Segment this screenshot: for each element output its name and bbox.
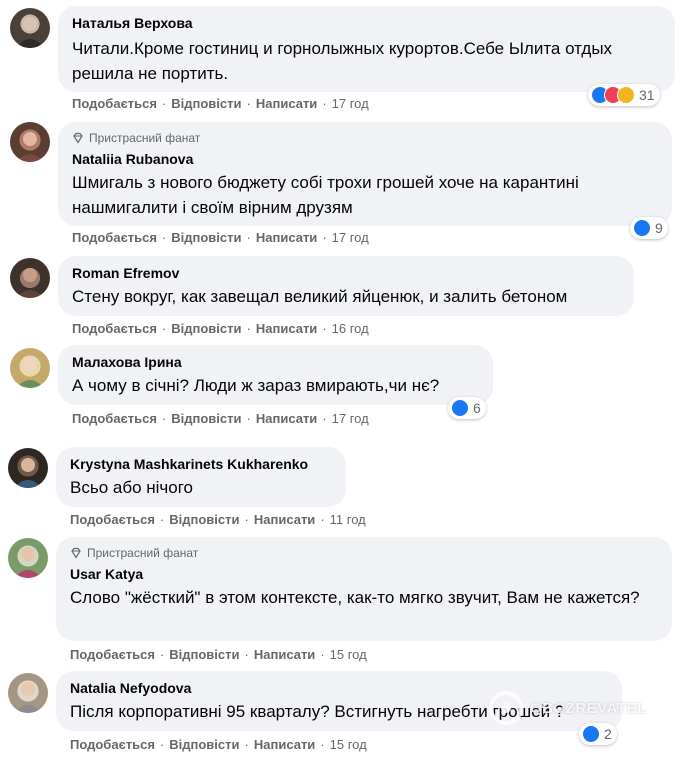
comment-actions: Подобається · Відповісти · Написати · 15 го…: [70, 737, 367, 752]
comment-text: Читали.Кроме гостиниц и горнолыжных куро…: [72, 39, 613, 83]
comment-bubble: Наталья Верхова Читали.Кроме гостиниц и …: [58, 6, 675, 92]
like-button[interactable]: Подобається: [70, 737, 155, 752]
top-fan-badge: Пристрасний фанат: [70, 545, 660, 561]
comment-author[interactable]: Usar Katya: [70, 565, 660, 583]
like-reaction-icon: [633, 219, 651, 237]
timestamp[interactable]: 17 год: [332, 96, 369, 111]
top-fan-label: Пристрасний фанат: [87, 546, 199, 560]
watermark: OBOZREVATEL: [488, 690, 647, 726]
diamond-icon: [71, 547, 81, 559]
comment-text: Всьо або нічого: [70, 478, 194, 497]
avatar[interactable]: [10, 348, 50, 388]
avatar[interactable]: [10, 8, 50, 48]
comment-author[interactable]: Nataliia Rubanova: [72, 150, 660, 168]
timestamp[interactable]: 17 год: [332, 230, 369, 245]
reply-button[interactable]: Відповісти: [171, 230, 241, 245]
like-button[interactable]: Подобається: [70, 512, 155, 527]
reaction-count: 31: [639, 87, 655, 103]
comment-text: А чому в січні? Люди ж зараз вмирають,чи…: [72, 376, 440, 395]
reply-button[interactable]: Відповісти: [169, 647, 239, 662]
haha-reaction-icon: [617, 86, 635, 104]
reaction-summary[interactable]: 9: [630, 217, 668, 239]
write-button[interactable]: Написати: [256, 96, 317, 111]
comment-author[interactable]: Roman Efremov: [72, 264, 622, 282]
comment-author[interactable]: Krystyna Mashkarinets Kukharenko: [70, 455, 334, 473]
comment-text: Слово "жёсткий" в этом контексте, как-то…: [70, 588, 640, 607]
watermark-logo-icon: [489, 691, 523, 725]
write-button[interactable]: Написати: [254, 647, 315, 662]
avatar[interactable]: [8, 448, 48, 488]
comment-actions: Подобається · Відповісти · Написати · 17 го…: [72, 96, 369, 111]
avatar[interactable]: [10, 122, 50, 162]
write-button[interactable]: Написати: [256, 321, 317, 336]
top-fan-label: Пристрасний фанат: [89, 131, 201, 145]
write-button[interactable]: Написати: [256, 411, 317, 426]
timestamp[interactable]: 16 год: [332, 321, 369, 336]
comment-actions: Подобається · Відповісти · Написати · 11 го…: [70, 512, 366, 527]
timestamp[interactable]: 15 год: [330, 737, 367, 752]
comment-actions: Подобається · Відповісти · Написати · 17 го…: [72, 411, 369, 426]
write-button[interactable]: Написати: [254, 512, 315, 527]
reply-button[interactable]: Відповісти: [169, 512, 239, 527]
like-button[interactable]: Подобається: [72, 411, 157, 426]
comment-text: Стену вокруг, как завещал великий яйценю…: [72, 287, 568, 306]
avatar[interactable]: [8, 538, 48, 578]
reply-button[interactable]: Відповісти: [171, 321, 241, 336]
comment-author[interactable]: Малахова Ірина: [72, 353, 481, 371]
avatar[interactable]: [10, 258, 50, 298]
like-button[interactable]: Подобається: [70, 647, 155, 662]
avatar[interactable]: [8, 673, 48, 713]
comment-bubble: Roman Efremov Стену вокруг, как завещал …: [58, 256, 634, 316]
comment-text: Шмигаль з нового бюджету собі трохи грош…: [72, 173, 579, 217]
watermark-text: OBOZREVATEL: [530, 699, 647, 717]
comment-actions: Подобається · Відповісти · Написати · 16 го…: [72, 321, 369, 336]
comment-bubble: Пристрасний фанат Usar Katya Слово "жёст…: [56, 537, 672, 641]
timestamp[interactable]: 17 год: [332, 411, 369, 426]
like-button[interactable]: Подобається: [72, 96, 157, 111]
diamond-icon: [73, 132, 83, 144]
comment-actions: Подобається · Відповісти · Написати · 17 го…: [72, 230, 369, 245]
reply-button[interactable]: Відповісти: [171, 411, 241, 426]
timestamp[interactable]: 15 год: [330, 647, 367, 662]
reaction-count: 6: [473, 400, 481, 416]
like-reaction-icon: [582, 725, 600, 743]
reaction-summary[interactable]: 31: [588, 84, 660, 106]
top-fan-badge: Пристрасний фанат: [72, 130, 660, 146]
reaction-count: 2: [604, 726, 612, 742]
like-button[interactable]: Подобається: [72, 230, 157, 245]
comment-author[interactable]: Наталья Верхова: [72, 14, 663, 32]
like-reaction-icon: [451, 399, 469, 417]
comment-bubble: Пристрасний фанат Nataliia Rubanova Шмиг…: [58, 122, 672, 226]
reaction-count: 9: [655, 220, 663, 236]
write-button[interactable]: Написати: [254, 737, 315, 752]
comment-actions: Подобається · Відповісти · Написати · 15 го…: [70, 647, 367, 662]
comment-bubble: Krystyna Mashkarinets Kukharenko Всьо аб…: [56, 447, 346, 507]
timestamp[interactable]: 11 год: [330, 512, 366, 527]
reply-button[interactable]: Відповісти: [169, 737, 239, 752]
comment-bubble: Малахова Ірина А чому в січні? Люди ж за…: [58, 345, 493, 405]
reply-button[interactable]: Відповісти: [171, 96, 241, 111]
write-button[interactable]: Написати: [256, 230, 317, 245]
like-button[interactable]: Подобається: [72, 321, 157, 336]
reaction-summary[interactable]: 6: [448, 397, 486, 419]
reaction-summary[interactable]: 2: [579, 723, 617, 745]
